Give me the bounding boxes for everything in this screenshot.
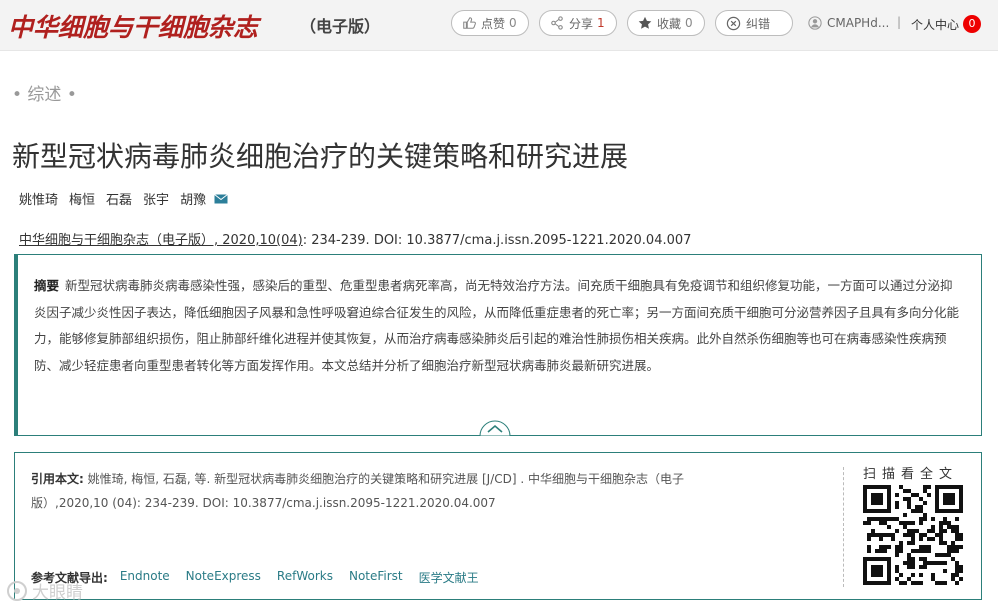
divider bbox=[843, 467, 844, 587]
cite-reference: 姚惟琦, 梅恒, 石磊, 等. 新型冠状病毒肺炎细胞治疗的关键策略和研究进展 [… bbox=[31, 472, 684, 510]
qr-code bbox=[863, 485, 963, 585]
citation-line: 中华细胞与干细胞杂志（电子版）, 2020,10(04): 234-239. D… bbox=[19, 229, 691, 248]
export-yixuewenxianwang-link[interactable]: 医学文献王 bbox=[419, 569, 479, 586]
author-link[interactable]: 石磊 bbox=[106, 189, 132, 208]
share-icon bbox=[551, 16, 563, 30]
user-menu[interactable]: CMAPHd... bbox=[808, 16, 889, 30]
reference-export: 参考文献导出: Endnote NoteExpress RefWorks Not… bbox=[31, 569, 495, 586]
abstract-label: 摘要 bbox=[34, 278, 60, 293]
user-icon bbox=[808, 16, 822, 30]
export-endnote-link[interactable]: Endnote bbox=[120, 569, 170, 586]
favorite-button[interactable]: 收藏 0 bbox=[627, 10, 705, 36]
share-label: 分享 bbox=[569, 16, 594, 31]
chevron-up-icon[interactable] bbox=[479, 418, 511, 436]
like-count: 0 bbox=[509, 16, 517, 30]
export-noteexpress-link[interactable]: NoteExpress bbox=[186, 569, 261, 586]
favorite-count: 0 bbox=[685, 16, 693, 30]
mail-icon[interactable] bbox=[214, 193, 228, 204]
header-separator: | bbox=[897, 15, 902, 29]
watermark-text: 大眼睛 bbox=[32, 583, 83, 603]
user-name: CMAPHd... bbox=[827, 16, 890, 30]
like-label: 点赞 bbox=[481, 16, 506, 31]
journal-issue-link[interactable]: 中华细胞与干细胞杂志（电子版）, 2020,10(04) bbox=[19, 233, 303, 248]
share-count: 1 bbox=[597, 16, 605, 30]
author-link[interactable]: 胡豫 bbox=[180, 189, 206, 208]
report-error-label: 纠错 bbox=[746, 16, 771, 31]
share-button[interactable]: 分享 1 bbox=[539, 10, 617, 36]
author-link[interactable]: 姚惟琦 bbox=[19, 189, 58, 208]
report-error-button[interactable]: 纠错 bbox=[715, 10, 793, 36]
author-link[interactable]: 梅恒 bbox=[69, 189, 95, 208]
author-link[interactable]: 张宇 bbox=[143, 189, 169, 208]
journal-logo[interactable]: 中华细胞与干细胞杂志 bbox=[8, 8, 258, 44]
thumbs-up-icon bbox=[463, 17, 476, 29]
cite-text: 引用本文: 姚惟琦, 梅恒, 石磊, 等. 新型冠状病毒肺炎细胞治疗的关键策略和… bbox=[31, 467, 751, 515]
author-list: 姚惟琦 梅恒 石磊 张宇 胡豫 bbox=[19, 189, 228, 208]
qr-label: 扫描看全文 bbox=[863, 467, 959, 482]
export-refworks-link[interactable]: RefWorks bbox=[277, 569, 333, 586]
favorite-label: 收藏 bbox=[657, 16, 682, 31]
cite-box: 引用本文: 姚惟琦, 梅恒, 石磊, 等. 新型冠状病毒肺炎细胞治疗的关键策略和… bbox=[14, 452, 982, 600]
watermark: 大眼睛 bbox=[6, 578, 83, 603]
abstract-box: 摘要 新型冠状病毒肺炎病毒感染性强，感染后的重型、危重型患者病死率高，尚无特效治疗… bbox=[14, 254, 982, 436]
article-section: • 综述 • bbox=[12, 85, 77, 105]
top-bar: 中华细胞与干细胞杂志 （电子版） 点赞 0 分享 1 收藏 0 纠错 CMAPH… bbox=[0, 0, 998, 51]
close-circle-icon bbox=[726, 16, 741, 30]
star-icon bbox=[638, 16, 652, 29]
cite-label: 引用本文: bbox=[31, 472, 84, 486]
notification-badge[interactable]: 0 bbox=[963, 15, 981, 33]
like-button[interactable]: 点赞 0 bbox=[451, 10, 529, 36]
citation-pages-doi: : 234-239. DOI: 10.3877/cma.j.issn.2095-… bbox=[302, 233, 692, 248]
watermark-logo-icon bbox=[7, 580, 27, 601]
user-center-link[interactable]: 个人中心 bbox=[911, 16, 959, 33]
export-notefirst-link[interactable]: NoteFirst bbox=[349, 569, 403, 586]
journal-logo-sub: （电子版） bbox=[300, 17, 381, 36]
article-title: 新型冠状病毒肺炎细胞治疗的关键策略和研究进展 bbox=[12, 140, 629, 173]
abstract-text: 新型冠状病毒肺炎病毒感染性强，感染后的重型、危重型患者病死率高，尚无特效治疗方法… bbox=[34, 278, 960, 373]
